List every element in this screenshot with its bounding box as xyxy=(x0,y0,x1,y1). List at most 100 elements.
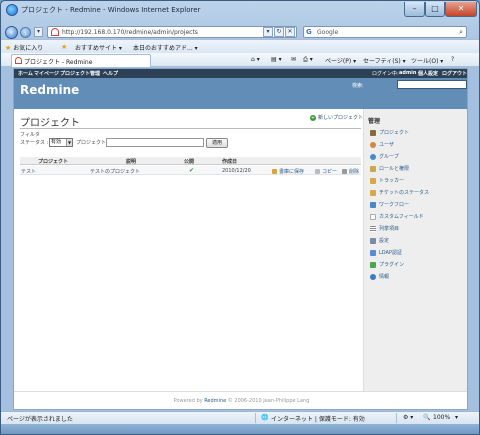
table-row: テスト テストのプロジェクト ✔ 2010/12/20 書庫に保存 コピー 削除 xyxy=(20,166,361,175)
delete-link[interactable]: 削除 xyxy=(342,168,359,175)
top-menu: ホーム マイページ プロジェクト 管理 ヘルプ ログイン中: admin 個人設… xyxy=(14,69,467,78)
history-dropdown-icon[interactable]: ▾ xyxy=(34,27,43,37)
sidebar-item-label: プロジェクト xyxy=(379,130,410,136)
top-menu-admin[interactable]: 管理 xyxy=(90,70,100,77)
safety-menu[interactable]: セーフティ(S) ▾ xyxy=(363,56,406,65)
sidebar-item-settings[interactable]: 設定 xyxy=(370,237,389,244)
search-input[interactable]: Google xyxy=(317,29,338,36)
status-filter-label: ステータス : xyxy=(20,140,49,146)
copy-link[interactable]: コピー xyxy=(315,168,337,175)
favorites-label: お気に入り xyxy=(13,45,44,52)
sidebar-item-info[interactable]: 情報 xyxy=(370,273,389,280)
status-select-value: 有効 xyxy=(51,139,62,145)
close-button[interactable]: ✕ xyxy=(445,2,477,17)
sidebar-item-projects[interactable]: プロジェクト xyxy=(370,129,409,136)
chevron-down-icon[interactable]: ▼ xyxy=(66,139,72,146)
page-content: ホーム マイページ プロジェクト 管理 ヘルプ ログイン中: admin 個人設… xyxy=(13,68,468,410)
ticket-status-icon xyxy=(370,189,376,196)
logged-in-user[interactable]: admin xyxy=(399,70,416,76)
copy-label: コピー xyxy=(322,169,338,175)
header-search-input[interactable] xyxy=(397,80,467,89)
page-menu[interactable]: ページ(P) ▾ xyxy=(325,56,356,65)
filter-legend: フィルタ xyxy=(20,132,40,138)
stop-icon[interactable]: ✕ xyxy=(285,27,295,37)
sidebar-item-roles[interactable]: ロールと権限 xyxy=(370,165,409,172)
sidebar-item-ldap[interactable]: LDAP認証 xyxy=(370,249,402,256)
col-project[interactable]: プロジェクト xyxy=(38,158,68,165)
sidebar-item-label: プラグイン xyxy=(379,262,405,268)
ldap-icon xyxy=(370,249,376,256)
protected-mode-icon[interactable]: ⚙ ▾ xyxy=(403,414,413,421)
admin-sidebar: 管理 プロジェクト ユーザ グループ ロールと権限 トラッカー チケットのステー… xyxy=(363,109,467,391)
feeds-icon[interactable]: ▤ ▾ xyxy=(271,56,282,63)
fav-item-recommended-addons[interactable]: 本日のおすすめアド... ▾ xyxy=(133,43,198,52)
col-created[interactable]: 作成日 xyxy=(222,158,237,165)
ie-logo-icon xyxy=(6,4,18,16)
projects-table-header: プロジェクト 説明 公開 作成日 xyxy=(20,157,361,165)
status-select[interactable]: 有効 ▼ xyxy=(49,138,73,147)
sidebar-item-workflow[interactable]: ワークフロー xyxy=(370,201,409,208)
apply-button[interactable]: 適用 xyxy=(206,138,228,148)
maximize-button[interactable]: □ xyxy=(425,2,445,17)
search-box[interactable]: G Google ⌕ xyxy=(303,26,467,38)
top-menu-help[interactable]: ヘルプ xyxy=(103,70,118,77)
sidebar-item-custom-fields[interactable]: カスタムフィールド xyxy=(370,213,424,220)
redmine-footer-link[interactable]: Redmine xyxy=(204,398,226,404)
favorites-button[interactable]: ★ お気に入り xyxy=(5,43,43,52)
zoom-icon[interactable]: 🔍 xyxy=(423,414,430,421)
col-description: 説明 xyxy=(126,159,137,165)
top-menu-projects[interactable]: プロジェクト xyxy=(60,70,90,77)
sidebar-item-label: 設定 xyxy=(379,238,390,244)
tools-menu[interactable]: ツール(O) ▾ xyxy=(411,56,443,65)
status-message: ページが表示されました xyxy=(7,416,73,423)
forward-button[interactable]: › xyxy=(20,27,31,38)
top-menu-home[interactable]: ホーム xyxy=(18,70,33,77)
zoom-level[interactable]: 100% xyxy=(433,414,450,421)
sidebar-item-trackers[interactable]: トラッカー xyxy=(370,177,404,184)
settings-icon xyxy=(370,237,376,244)
refresh-icon[interactable]: ↻ xyxy=(274,27,284,37)
minimize-button[interactable]: – xyxy=(404,2,425,17)
add-icon: + xyxy=(310,114,316,121)
zoom-dropdown-icon[interactable]: ▾ xyxy=(455,414,458,421)
security-zone[interactable]: インターネット | 保護モード: 有効 xyxy=(271,414,365,423)
favorites-star-icon: ★ xyxy=(5,44,12,52)
sidebar-item-users[interactable]: ユーザ xyxy=(370,141,394,148)
sidebar-item-issue-statuses[interactable]: チケットのステータス xyxy=(370,189,429,196)
mail-icon[interactable]: ✉ xyxy=(291,56,296,63)
add-favorite-icon[interactable]: ★ xyxy=(61,43,67,51)
sidebar-item-groups[interactable]: グループ xyxy=(370,153,399,160)
page-title: プロジェクト xyxy=(20,118,80,129)
address-url[interactable]: http://192.168.0.170/redmine/admin/proje… xyxy=(62,29,198,36)
title-divider xyxy=(20,128,361,129)
new-project-link[interactable]: + 新しいプロジェクト xyxy=(310,114,363,121)
compat-view-icon[interactable]: ▾ xyxy=(263,27,273,37)
search-icon[interactable]: ⌕ xyxy=(459,28,463,37)
title-bar: プロジェクト - Redmine - Windows Internet Expl… xyxy=(1,1,479,25)
internet-zone-icon[interactable]: 🌐 xyxy=(261,414,268,421)
home-icon[interactable]: ⌂ ▾ xyxy=(251,56,260,63)
sidebar-item-enumerations[interactable]: 列挙項目 xyxy=(370,225,399,232)
browser-window: プロジェクト - Redmine - Windows Internet Expl… xyxy=(0,0,480,435)
sidebar-item-label: ユーザ xyxy=(379,142,394,148)
footer-text: Powered by Redmine © 2006-2010 Jean-Phil… xyxy=(14,398,467,404)
projects-icon xyxy=(370,129,376,136)
tab-redmine-projects[interactable]: プロジェクト - Redmine xyxy=(11,54,151,67)
project-filter-label: プロジェクト : xyxy=(76,140,110,146)
logout-link[interactable]: ログアウト xyxy=(442,70,467,77)
help-menu[interactable]: ? xyxy=(451,56,454,63)
project-name-link[interactable]: テスト xyxy=(21,168,36,175)
redmine-brand[interactable]: Redmine xyxy=(20,83,79,97)
top-menu-mypage[interactable]: マイページ xyxy=(34,70,59,77)
sidebar-heading: 管理 xyxy=(368,118,381,125)
tab-bar: プロジェクト - Redmine ⌂ ▾ ▤ ▾ ✉ ⎙ ▾ ページ(P) ▾ … xyxy=(1,53,479,67)
fav-item-recommended-sites[interactable]: おすすめサイト ▾ xyxy=(75,43,122,52)
address-bar[interactable]: http://192.168.0.170/redmine/admin/proje… xyxy=(47,26,297,38)
back-button[interactable]: ‹ xyxy=(5,26,18,39)
print-icon[interactable]: ⎙ ▾ xyxy=(303,56,313,64)
ticket-icon xyxy=(370,177,376,184)
project-filter-input[interactable] xyxy=(106,138,204,147)
archive-link[interactable]: 書庫に保存 xyxy=(272,168,304,175)
sidebar-item-plugins[interactable]: プラグイン xyxy=(370,261,404,268)
account-settings-link[interactable]: 個人設定 xyxy=(418,70,438,77)
